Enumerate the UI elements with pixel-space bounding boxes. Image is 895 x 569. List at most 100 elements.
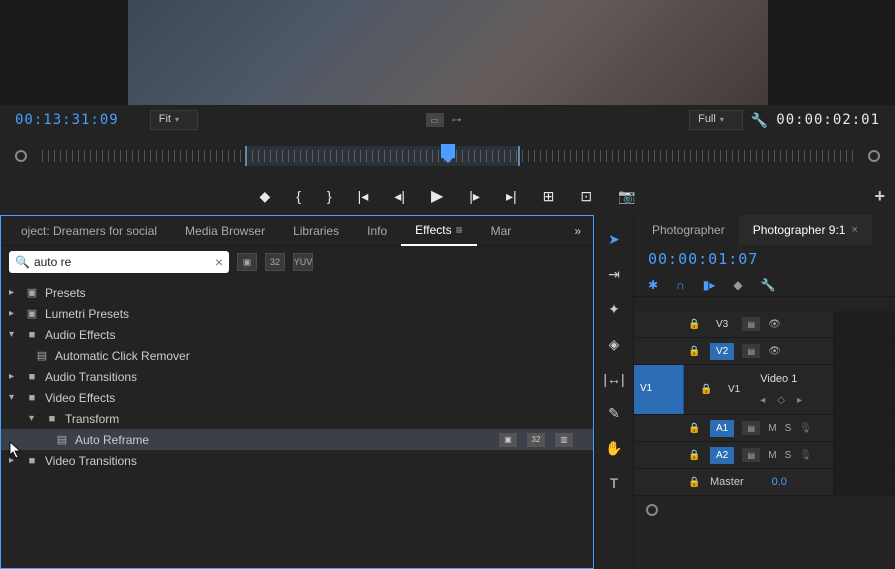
tab-markers[interactable]: Mar	[477, 216, 526, 246]
razor-tool-icon[interactable]: ◈	[609, 336, 620, 353]
sync-lock-icon[interactable]: ▤	[742, 421, 760, 435]
source-timecode[interactable]: 00:13:31:09	[15, 112, 119, 128]
lock-icon[interactable]: 🔒	[688, 346, 702, 357]
chevron-right-icon: ▸	[9, 308, 23, 319]
ripple-edit-tool-icon[interactable]: ✦	[608, 301, 620, 318]
tree-item-auto-click-remover[interactable]: ▤ Automatic Click Remover	[1, 345, 593, 366]
track-target-v3[interactable]: V3	[710, 316, 734, 333]
solo-button[interactable]: S	[785, 423, 792, 434]
type-tool-icon[interactable]: T	[610, 475, 619, 491]
preview-video-frame[interactable]	[128, 0, 768, 105]
timeline-timecode[interactable]: 00:00:01:07	[648, 250, 758, 268]
tree-item-auto-reframe[interactable]: ▤ Auto Reframe ▣ 32 ▥	[1, 429, 593, 450]
effects-search-box[interactable]: 🔍 ×	[9, 251, 229, 273]
linked-selection-icon[interactable]: ▮▸	[703, 278, 716, 292]
settings-wrench-icon[interactable]: 🔧	[751, 112, 768, 129]
add-keyframe-icon[interactable]: ◇	[777, 395, 785, 406]
tab-effects[interactable]: Effects ≡	[401, 216, 476, 246]
selection-tool-icon[interactable]: ➤	[608, 231, 620, 248]
playhead[interactable]	[441, 144, 455, 158]
yuv-filter-icon[interactable]: YUV	[293, 253, 313, 271]
hand-tool-icon[interactable]: ✋	[605, 440, 622, 457]
link-icon[interactable]: ⊶	[452, 115, 462, 126]
mark-in-icon[interactable]: ◆	[259, 188, 270, 205]
voice-over-icon[interactable]: 🎙	[799, 450, 812, 461]
effects-search-input[interactable]	[34, 255, 215, 269]
clear-search-icon[interactable]: ×	[215, 254, 223, 270]
close-tab-icon[interactable]: ×	[851, 224, 857, 236]
tree-video-effects[interactable]: ▾ ■ Video Effects	[1, 387, 593, 408]
track-v3: 🔒 V3 ▤ 👁	[634, 311, 895, 338]
sequence-tab-photographer-916[interactable]: Photographer 9:1×	[739, 215, 872, 245]
tree-presets[interactable]: ▸ ▣ Presets	[1, 282, 593, 303]
zoom-handle-icon[interactable]	[646, 504, 658, 516]
track-target-a2[interactable]: A2	[710, 447, 734, 464]
track-target-a1[interactable]: A1	[710, 420, 734, 437]
sync-lock-icon[interactable]: ▤	[742, 317, 760, 331]
tree-video-transitions[interactable]: ▸ ■ Video Transitions	[1, 450, 593, 471]
ruler-start-handle[interactable]	[15, 150, 27, 162]
add-button-icon[interactable]: +	[874, 186, 885, 207]
step-forward-icon[interactable]: |▸	[469, 188, 480, 205]
lock-icon[interactable]: 🔒	[688, 423, 702, 434]
track-target-v2[interactable]: V2	[710, 343, 734, 360]
insert-icon[interactable]: ⊞	[543, 188, 555, 205]
accelerated-filter-icon[interactable]: ▣	[237, 253, 257, 271]
tab-overflow-icon[interactable]: »	[568, 224, 587, 238]
effects-tree: ▸ ▣ Presets ▸ ▣ Lumetri Presets ▾ ■ Audi…	[1, 278, 593, 568]
lock-icon[interactable]: 🔒	[700, 384, 714, 395]
tab-info[interactable]: Info	[353, 216, 401, 246]
track-select-tool-icon[interactable]: ⇥	[608, 266, 620, 283]
go-to-out-icon[interactable]: ▸|	[506, 188, 517, 205]
snap-icon[interactable]: ✱	[648, 278, 658, 292]
prev-keyframe-icon[interactable]: ◂	[760, 395, 765, 406]
format-icon[interactable]: ▭	[426, 113, 444, 127]
sync-lock-icon[interactable]: ▤	[742, 448, 760, 462]
tree-audio-effects[interactable]: ▾ ■ Audio Effects	[1, 324, 593, 345]
playback-quality-select[interactable]: Full▾	[689, 110, 743, 130]
sequence-tab-photographer[interactable]: Photographer	[638, 215, 739, 245]
program-timecode[interactable]: 00:00:02:01	[776, 112, 880, 128]
mark-clip-icon[interactable]: }	[327, 188, 332, 204]
chevron-down-icon: ▾	[9, 392, 23, 403]
overwrite-icon[interactable]: ⊡	[580, 188, 592, 205]
eye-icon[interactable]: 👁	[768, 346, 781, 357]
pen-tool-icon[interactable]: ✎	[608, 405, 620, 422]
lock-icon[interactable]: 🔒	[688, 450, 702, 461]
lock-icon[interactable]: 🔒	[688, 477, 702, 488]
folder-icon: ▣	[23, 307, 41, 320]
mute-button[interactable]: M	[768, 450, 776, 461]
next-keyframe-icon[interactable]: ▸	[797, 395, 802, 406]
eye-icon[interactable]: 👁	[768, 319, 781, 330]
ruler-end-handle[interactable]	[868, 150, 880, 162]
mute-button[interactable]: M	[768, 423, 776, 434]
tab-media-browser[interactable]: Media Browser	[171, 216, 279, 246]
in-out-range[interactable]	[245, 146, 521, 166]
zoom-level-select[interactable]: Fit▾	[150, 110, 198, 130]
tree-audio-transitions[interactable]: ▸ ■ Audio Transitions	[1, 366, 593, 387]
voice-over-icon[interactable]: 🎙	[799, 423, 812, 434]
ruler-track[interactable]	[42, 144, 853, 168]
tree-transform-folder[interactable]: ▾ ■ Transform	[1, 408, 593, 429]
tab-project[interactable]: oject: Dreamers for social	[7, 216, 171, 246]
master-value[interactable]: 0.0	[772, 476, 787, 488]
panel-menu-icon[interactable]: ≡	[456, 223, 463, 237]
slip-tool-icon[interactable]: |↔|	[603, 371, 624, 387]
source-patch-v1[interactable]: V1	[634, 365, 684, 414]
tab-libraries[interactable]: Libraries	[279, 216, 353, 246]
mark-out-icon[interactable]: {	[296, 188, 301, 204]
track-target-v1[interactable]: V1	[722, 381, 746, 398]
timeline-settings-icon[interactable]: 🔧	[761, 278, 776, 292]
magnet-icon[interactable]: ∩	[676, 278, 685, 292]
lock-icon[interactable]: 🔒	[688, 319, 702, 330]
play-icon[interactable]: ▶	[431, 186, 443, 206]
sync-lock-icon[interactable]: ▤	[742, 344, 760, 358]
go-to-in-icon[interactable]: |◂	[358, 188, 369, 205]
32bit-filter-icon[interactable]: 32	[265, 253, 285, 271]
export-frame-icon[interactable]: 📷	[618, 188, 635, 205]
solo-button[interactable]: S	[785, 450, 792, 461]
tree-lumetri-presets[interactable]: ▸ ▣ Lumetri Presets	[1, 303, 593, 324]
step-back-icon[interactable]: ◂|	[394, 188, 405, 205]
marker-icon[interactable]: ◆	[733, 278, 742, 292]
track-v1: V1 🔒 V1 Video 1 ◂ ◇ ▸	[634, 365, 895, 415]
